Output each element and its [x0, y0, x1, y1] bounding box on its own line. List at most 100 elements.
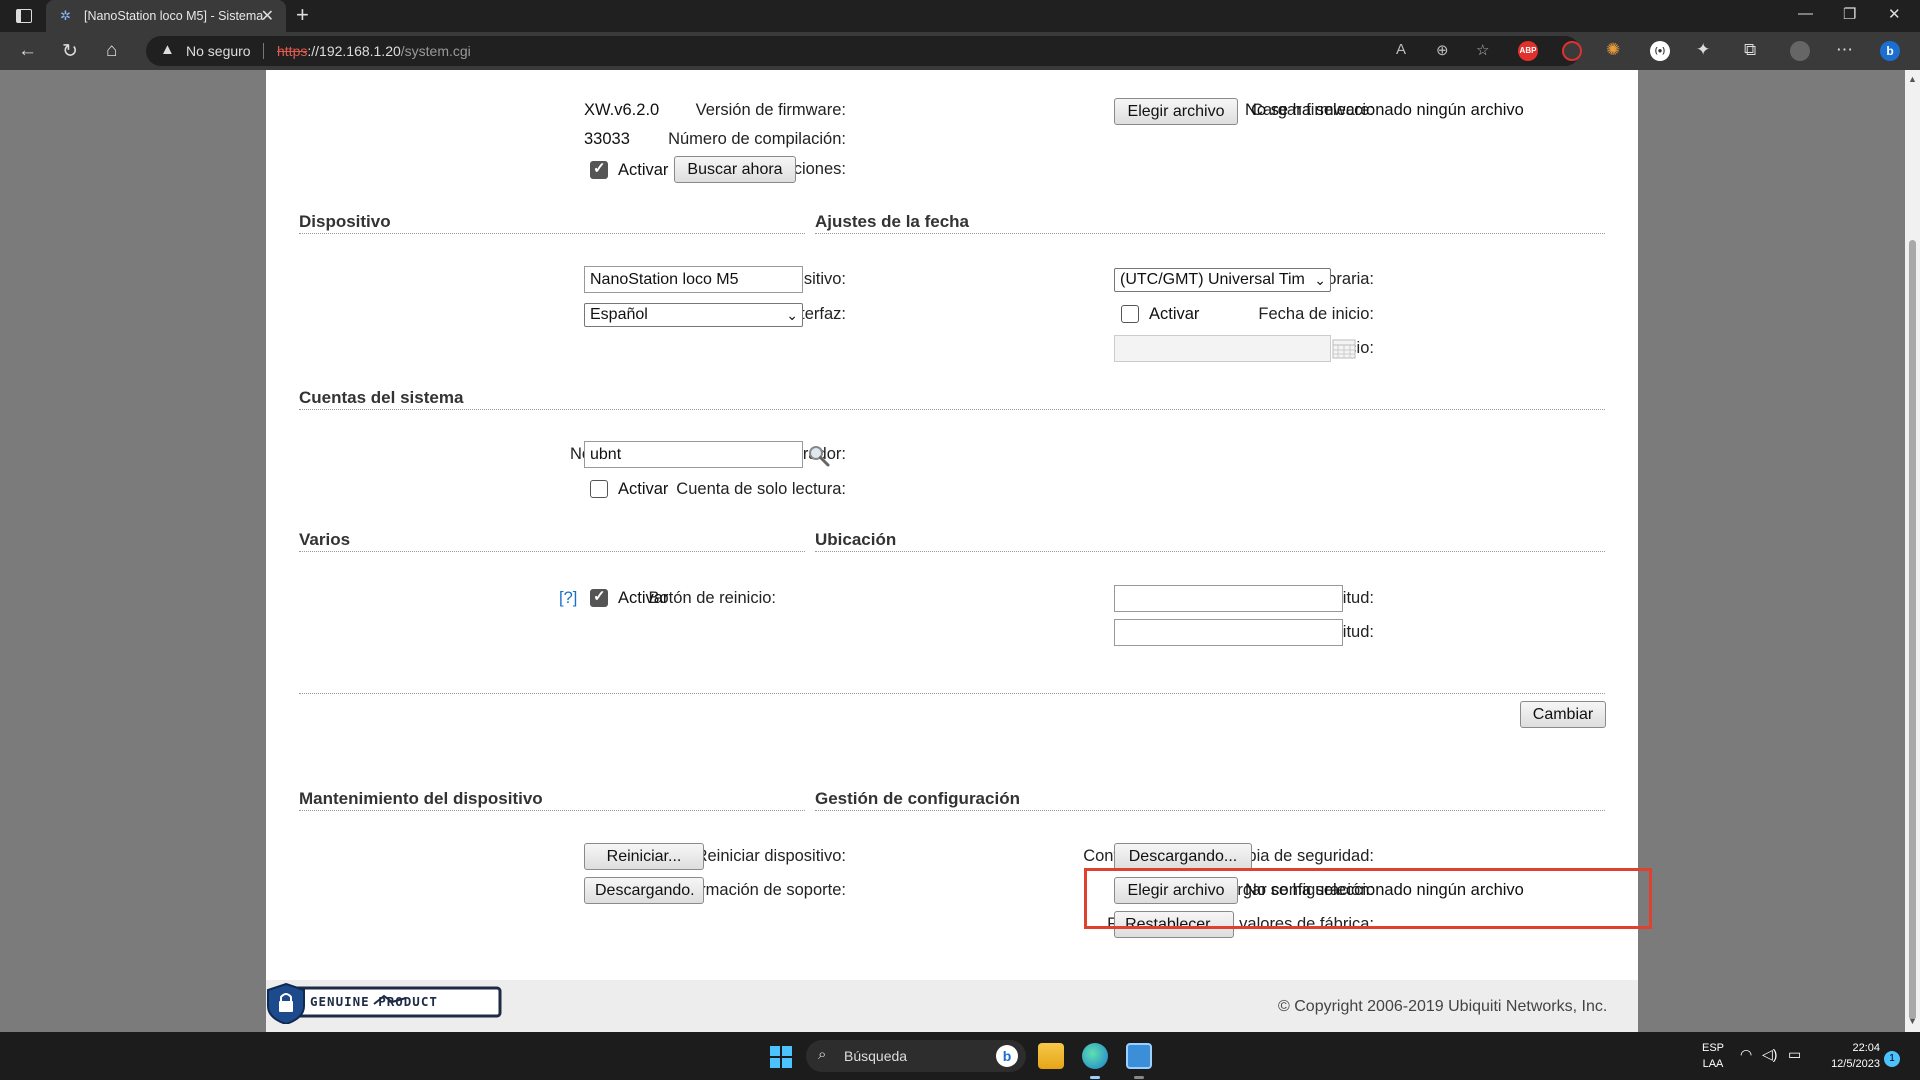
support-download-button[interactable]: Descargando. [584, 877, 704, 904]
new-tab-icon[interactable]: + [296, 2, 309, 28]
backup-download-button[interactable]: Descargando... [1114, 843, 1252, 870]
clock-time[interactable]: 22:04 [1810, 1042, 1880, 1054]
reset-button-checkbox[interactable] [590, 587, 608, 607]
start-date-input [1114, 335, 1331, 362]
profile-extension-icon[interactable]: (●) [1650, 41, 1670, 61]
browser-tab[interactable]: ✲ [NanoStation loco M5] - Sistema ✕ [46, 0, 286, 32]
bing-copilot-icon[interactable]: b [1880, 41, 1900, 61]
start-icon[interactable] [770, 1046, 792, 1068]
search-icon: ⌕ [818, 1046, 827, 1063]
taskbar-search-placeholder: Búsqueda [844, 1048, 908, 1064]
tab-actions-icon[interactable] [16, 9, 32, 23]
maintenance-section-rule [299, 810, 805, 811]
config-section-rule [815, 810, 1605, 811]
tab-bar: ✲ [NanoStation loco M5] - Sistema ✕ + — … [0, 0, 1920, 32]
firmware-choose-file-button[interactable]: Elegir archivo [1114, 98, 1238, 125]
genuine-product-badge: GENUINE PRODUCT [266, 982, 504, 1024]
check-updates-checkbox[interactable] [590, 159, 608, 179]
maintenance-section-title: Mantenimiento del dispositivo [299, 789, 543, 808]
reset-button-help-link[interactable]: [?] [559, 589, 577, 608]
form-bottom-rule [299, 693, 1605, 694]
remote-desktop-icon[interactable] [1126, 1043, 1152, 1069]
longitude-input[interactable] [1114, 619, 1343, 646]
refresh-icon[interactable]: ↻ [62, 40, 78, 63]
url-scheme: https [277, 43, 308, 59]
chevron-down-icon: ⌄ [1314, 269, 1326, 291]
restore-icon[interactable]: ❐ [1843, 5, 1856, 23]
reboot-button[interactable]: Reiniciar... [584, 843, 704, 870]
volume-icon[interactable]: ◁) [1762, 1046, 1777, 1063]
input-language-top[interactable]: ESP [1700, 1042, 1726, 1054]
minimize-icon[interactable]: — [1798, 5, 1813, 22]
read-aloud-icon[interactable]: A [1396, 41, 1406, 58]
latitude-input[interactable] [1114, 585, 1343, 612]
firmware-version-label: Versión de firmware: [695, 101, 846, 119]
device-section-rule [299, 233, 805, 234]
address-separator [263, 43, 264, 59]
interface-language-value: Español [590, 306, 648, 323]
collections-icon[interactable]: ⧉ [1744, 40, 1756, 60]
wifi-icon[interactable]: ◠ [1740, 1046, 1752, 1063]
build-number-value: 33033 [584, 130, 630, 148]
more-options-icon[interactable]: ⋯ [1836, 40, 1853, 60]
device-name-input[interactable]: NanoStation loco M5 [584, 266, 803, 293]
scroll-down-icon[interactable]: ▼ [1908, 1016, 1917, 1026]
scrollbar-thumb[interactable] [1909, 240, 1916, 1020]
bing-icon: b [996, 1045, 1018, 1067]
url-host: ://192.168.1.20 [307, 43, 401, 59]
adblock-icon[interactable]: ABP [1518, 41, 1538, 61]
tab-close-icon[interactable]: ✕ [261, 6, 274, 26]
user-avatar[interactable] [1790, 41, 1810, 61]
genuine-badge-text: GENUINE PRODUCT [310, 994, 438, 1009]
date-settings-section-title: Ajustes de la fecha [815, 212, 970, 231]
url-path: /system.cgi [400, 43, 471, 59]
readonly-account-activate-label: Activar [618, 480, 669, 498]
site-favicon-icon: ✲ [60, 8, 71, 23]
change-button[interactable]: Cambiar [1520, 701, 1606, 728]
firmware-no-file-text: No se ha seleccionado ningún archivo [1245, 101, 1524, 119]
location-section-rule [815, 551, 1605, 552]
zoom-icon[interactable]: ⊕ [1436, 41, 1449, 59]
readonly-account-checkbox[interactable] [590, 480, 608, 498]
favorite-add-icon[interactable]: ☆ [1476, 41, 1489, 59]
copyright-text: © Copyright 2006-2019 Ubiquiti Networks,… [1278, 998, 1608, 1015]
extensions-puzzle-icon[interactable]: ✦ [1696, 40, 1710, 60]
reset-button-activate-label: Activar [618, 589, 669, 607]
input-language-bottom[interactable]: LAA [1700, 1058, 1726, 1070]
battery-icon[interactable]: ▭ [1788, 1046, 1801, 1063]
address-bar[interactable]: ▲ No seguro https://192.168.1.20/system.… [146, 36, 1580, 66]
highlight-box [1084, 868, 1652, 929]
interface-language-select[interactable]: Español ⌄ [584, 303, 803, 327]
misc-section-title: Varios [299, 530, 351, 549]
security-status[interactable]: No seguro [186, 43, 251, 59]
window-close-icon[interactable]: ✕ [1888, 5, 1901, 23]
back-icon[interactable]: ← [18, 40, 37, 62]
file-explorer-icon[interactable] [1038, 1043, 1064, 1069]
readonly-account-label: Cuenta de solo lectura: [676, 480, 846, 498]
start-date-enable-label: Fecha de inicio: [1258, 305, 1374, 323]
url-text[interactable]: https://192.168.1.20/system.cgi [277, 43, 471, 59]
edge-icon[interactable] [1082, 1043, 1108, 1069]
record-extension-icon[interactable] [1562, 41, 1582, 61]
device-section-title: Dispositivo [299, 212, 391, 231]
home-icon[interactable]: ⌂ [106, 40, 117, 62]
taskbar-search[interactable]: ⌕ Búsqueda b [806, 1040, 1026, 1072]
admin-username-input[interactable]: ubnt [584, 441, 803, 468]
start-date-checkbox[interactable] [1121, 305, 1139, 323]
windows-taskbar: ⌕ Búsqueda b ESP LAA ◠ ◁) ▭ 22:04 12/5/2… [0, 1032, 1920, 1080]
edge-active-indicator [1090, 1076, 1100, 1079]
timezone-select[interactable]: (UTC/GMT) Universal Tim ⌄ [1114, 268, 1331, 292]
notification-badge[interactable]: 1 [1884, 1051, 1900, 1067]
clock-date[interactable]: 12/5/2023 [1810, 1058, 1880, 1070]
check-updates-activate-label: Activar [618, 161, 669, 179]
chevron-down-icon: ⌄ [786, 307, 798, 323]
browser-toolbar: ← ↻ ⌂ ▲ No seguro https://192.168.1.20/s… [0, 32, 1920, 70]
extension-icon[interactable]: ✺ [1606, 40, 1620, 60]
check-now-button[interactable]: Buscar ahora [674, 156, 796, 183]
remote-desktop-indicator [1134, 1076, 1144, 1079]
calendar-icon[interactable] [1332, 339, 1356, 359]
page-scrollbar[interactable]: ▲ ▼ [1905, 70, 1920, 1032]
tab-title: [NanoStation loco M5] - Sistema [84, 9, 264, 23]
scroll-up-icon[interactable]: ▲ [1908, 74, 1917, 84]
search-user-icon[interactable] [807, 444, 831, 468]
